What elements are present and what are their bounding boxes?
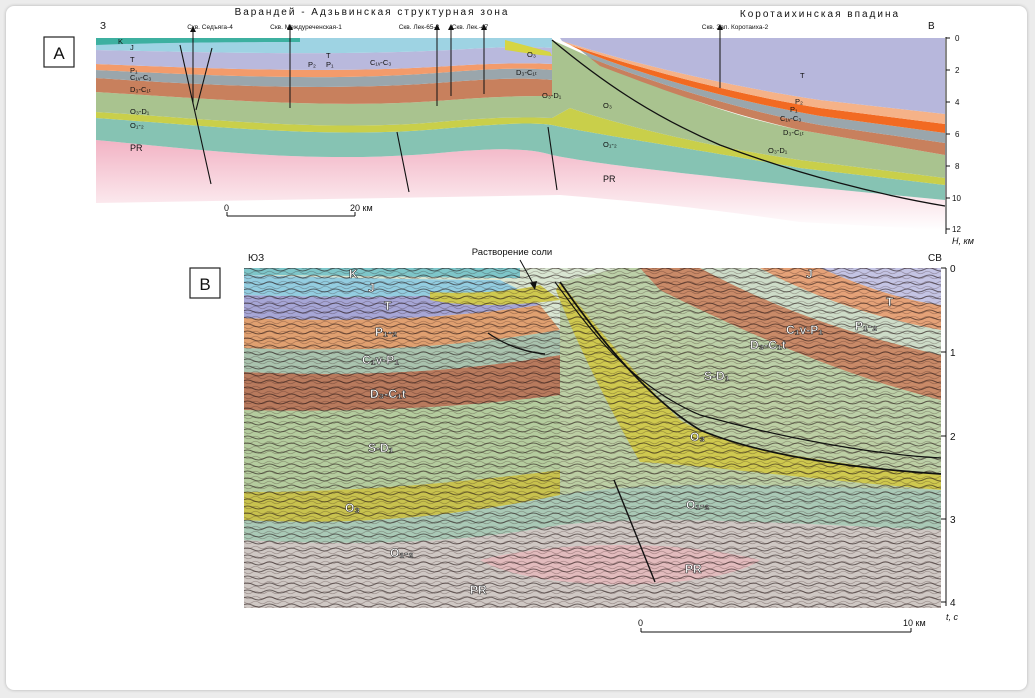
- layer-label: O₃-D₁: [768, 146, 788, 155]
- layer-label: O₃: [527, 50, 536, 59]
- layer-label: O₁-₂: [603, 140, 617, 149]
- time-tick: 4: [950, 598, 956, 609]
- layer-label: S-D₁: [704, 369, 730, 383]
- layer-label: O₁-₂: [390, 546, 414, 560]
- layer-label: D₃-C₁t: [750, 338, 786, 352]
- layer-label: C₁ᵥ-C₃: [780, 114, 801, 123]
- time-tick: 3: [950, 515, 956, 526]
- layer-label: D₃-C₁t: [370, 387, 406, 401]
- depth-tick: 8: [955, 162, 960, 171]
- salt-dissolution-annotation: Растворение соли: [472, 247, 552, 258]
- layer-label: P₁-₂: [375, 325, 397, 339]
- layer-label: C₁v-P₁: [786, 323, 823, 337]
- layer-label: T: [886, 295, 894, 309]
- depth-tick: 2: [955, 66, 960, 75]
- panel-b: B ЮЗ СВ Растворение соли K J T P₁-₂ C₁v-…: [189, 247, 959, 633]
- layer-label: O₁-₂: [130, 121, 144, 130]
- layer-label: T: [800, 71, 805, 80]
- time-tick: 2: [950, 432, 956, 443]
- layer-label: PR: [685, 562, 702, 576]
- well-label: Скв. Лек-65-3: [399, 24, 440, 31]
- layer-label: O₃: [690, 430, 705, 444]
- layer-label: J: [806, 267, 813, 281]
- time-tick: 0: [950, 264, 956, 275]
- layer-label: J: [130, 43, 134, 52]
- layer-label: O₃-D₁: [542, 91, 562, 100]
- layer-label: J: [368, 281, 375, 295]
- layer-label: O₃: [603, 101, 612, 110]
- layer-label: O₃: [345, 501, 360, 515]
- scale-b-end: 10 км: [903, 618, 926, 628]
- layer-label: PR: [470, 583, 487, 597]
- time-tick: 1: [950, 348, 956, 359]
- time-unit: t, с: [946, 612, 959, 622]
- layer-label: T: [326, 51, 331, 60]
- depth-unit: Н, км: [952, 236, 974, 246]
- layer-label: C₁ᵥ-C₃: [130, 73, 151, 82]
- layer-label: S-D₁: [368, 441, 394, 455]
- edge-label-sw: ЮЗ: [248, 253, 264, 264]
- layer-label: D₃-C₁ₜ: [516, 68, 537, 77]
- seismic-section: [244, 268, 942, 608]
- depression-title: Коротаихинская впадина: [740, 9, 900, 20]
- layer-label: P₁: [790, 105, 798, 114]
- depth-tick: 12: [952, 225, 961, 234]
- well-label: Скв. Зап. Коротаиха-2: [702, 24, 769, 31]
- figure-canvas: A З В Варандей - Адзьвинская структурная…: [43, 7, 974, 633]
- panel-b-letter: B: [199, 275, 210, 294]
- layer-label: K: [118, 37, 123, 46]
- layer-label: P₂: [308, 60, 316, 69]
- well-label: Скв. Междуреченская-1: [270, 24, 342, 31]
- depth-tick: 6: [955, 130, 960, 139]
- layer-label: T: [130, 55, 135, 64]
- layer-label: K: [349, 267, 358, 281]
- layer-label: PR: [130, 143, 143, 153]
- layer-label: T: [384, 299, 392, 313]
- layer-label: P₁-₂: [855, 319, 877, 333]
- layer-label: C₁v-P₁: [362, 353, 399, 367]
- edge-label-east: В: [928, 21, 935, 32]
- panel-a: A З В Варандей - Адзьвинская структурная…: [43, 7, 974, 246]
- layer-label: C₁ᵥ-C₃: [370, 58, 391, 67]
- panel-a-letter: A: [53, 44, 65, 63]
- scale-a-start: 0: [224, 203, 229, 213]
- layer-label: D₃-C₁ₜ: [783, 128, 804, 137]
- layer-label: D₃-C₁ₜ: [130, 85, 151, 94]
- layer-label: P₁: [326, 60, 334, 69]
- edge-label-ne: СВ: [928, 253, 942, 264]
- scale-a-end: 20 км: [350, 203, 373, 213]
- scale-b-start: 0: [638, 618, 643, 628]
- layer-label: PR: [603, 174, 616, 184]
- depth-tick: 4: [955, 98, 960, 107]
- layer-label: O₃-D₁: [130, 107, 150, 116]
- zone-title: Варандей - Адзьвинская структурная зона: [235, 7, 510, 18]
- depth-tick: 10: [952, 194, 961, 203]
- depth-tick: 0: [955, 34, 960, 43]
- edge-label-west: З: [100, 21, 106, 32]
- layer-label: O₁-₂: [686, 498, 710, 512]
